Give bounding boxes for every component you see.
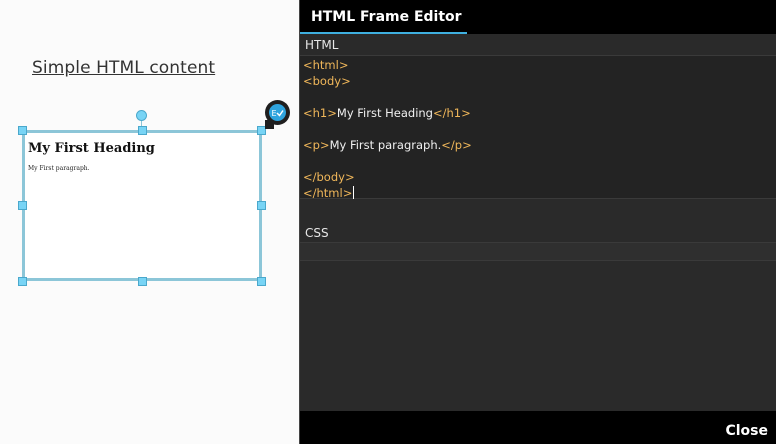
code-line[interactable]: <p>My First paragraph.</p> bbox=[303, 138, 472, 154]
code-text: My First Heading bbox=[336, 106, 433, 120]
code-tag-close: </h1> bbox=[432, 106, 471, 120]
code-tag-open: <body> bbox=[303, 74, 351, 88]
code-line[interactable]: <body> bbox=[303, 74, 351, 90]
code-text: My First paragraph. bbox=[329, 138, 442, 152]
resize-handle-bottom-right[interactable] bbox=[257, 277, 266, 286]
panel-header: HTML Frame Editor bbox=[300, 0, 776, 34]
edit-frame-button[interactable]: E bbox=[265, 100, 290, 129]
resize-handle-bottom[interactable] bbox=[138, 277, 147, 286]
panel-footer: Close bbox=[300, 411, 776, 444]
tab-html-frame-editor[interactable]: HTML Frame Editor bbox=[300, 0, 467, 34]
css-code-editor[interactable] bbox=[300, 242, 776, 261]
code-line[interactable]: <h1>My First Heading</h1> bbox=[303, 106, 471, 122]
html-frame-element[interactable]: My First Heading My First paragraph. bbox=[22, 130, 262, 281]
html-code-editor[interactable]: <html> <body> <h1>My First Heading</h1> <p>… bbox=[300, 55, 776, 202]
frame-preview-heading: My First Heading bbox=[28, 141, 155, 156]
html-section-label: HTML bbox=[305, 38, 339, 52]
code-tag-open: <p> bbox=[303, 138, 330, 152]
code-tag-open: </body> bbox=[303, 170, 355, 184]
code-tag-open: <h1> bbox=[303, 106, 337, 120]
resize-handle-left[interactable] bbox=[18, 201, 27, 210]
code-tag-open: </html> bbox=[303, 186, 353, 200]
panel-title: HTML Frame Editor bbox=[311, 9, 462, 25]
html-frame-editor-panel: HTML Frame Editor HTML <html> <body> <h1>M… bbox=[299, 0, 776, 444]
code-line[interactable]: <html> bbox=[303, 58, 348, 74]
resize-handle-bottom-left[interactable] bbox=[18, 277, 27, 286]
rotate-handle[interactable] bbox=[136, 110, 147, 121]
canvas-title[interactable]: Simple HTML content bbox=[32, 58, 215, 78]
frame-preview-paragraph: My First paragraph. bbox=[28, 165, 90, 172]
code-tag-close: </p> bbox=[441, 138, 472, 152]
code-line[interactable]: </html> bbox=[303, 186, 355, 202]
resize-handle-top[interactable] bbox=[138, 126, 147, 135]
resize-handle-right[interactable] bbox=[257, 201, 266, 210]
svg-text:E: E bbox=[272, 109, 277, 118]
design-canvas[interactable]: Simple HTML content My First Heading My … bbox=[0, 0, 299, 444]
edit-check-icon: E bbox=[269, 104, 286, 121]
code-tag-open: <html> bbox=[303, 58, 349, 72]
resize-handle-top-left[interactable] bbox=[18, 126, 27, 135]
close-button[interactable]: Close bbox=[725, 423, 768, 439]
css-section-label: CSS bbox=[305, 226, 329, 240]
code-line[interactable]: </body> bbox=[303, 170, 355, 186]
text-caret bbox=[353, 186, 355, 199]
